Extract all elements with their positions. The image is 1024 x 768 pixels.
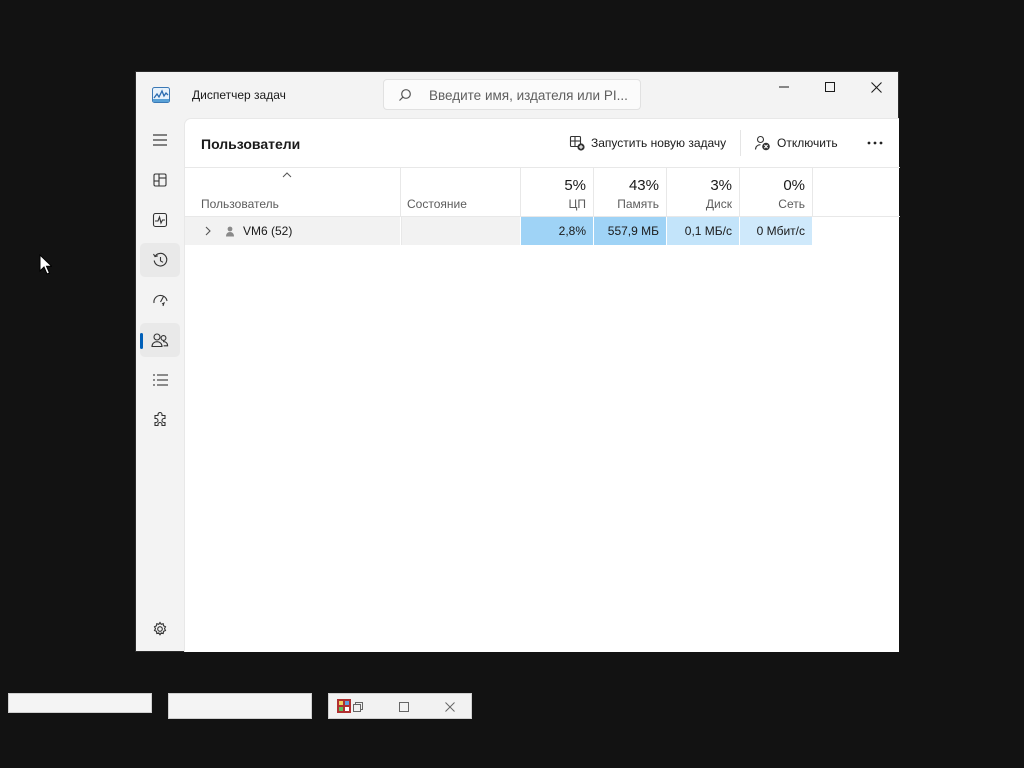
nav-item-performance[interactable] [140, 203, 180, 237]
nav-item-users[interactable] [140, 323, 180, 357]
nav-menu-button[interactable] [140, 123, 180, 157]
page-title: Пользователи [201, 136, 301, 152]
title-bar[interactable]: Диспетчер задач Введите имя, издателя ил… [136, 72, 898, 118]
nav-item-startup-apps[interactable] [140, 283, 180, 317]
nav-item-processes[interactable] [140, 163, 180, 197]
cell-disk: 0,1 МБ/с [667, 217, 739, 245]
run-new-task-button[interactable]: Запустить новую задачу [569, 131, 726, 155]
table-row[interactable]: VM6 (52) 2,8% 557,9 МБ 0,1 МБ/с 0 Мбит/с [185, 217, 900, 245]
minimize-button[interactable] [761, 72, 807, 102]
table-header: Пользователь Состояние 5% ЦП 43% Память … [185, 167, 900, 217]
sort-ascending-icon [282, 172, 292, 178]
cell-state [401, 217, 520, 245]
nav-item-services[interactable] [140, 403, 180, 437]
restore-icon[interactable] [353, 702, 363, 712]
more-icon [867, 141, 883, 145]
column-header-network[interactable]: 0% Сеть [740, 168, 812, 216]
list-icon [152, 374, 168, 386]
more-options-button[interactable] [863, 131, 887, 155]
taskbar-thumbnail[interactable] [168, 693, 312, 719]
maximize-icon[interactable] [399, 702, 409, 712]
close-icon [870, 81, 882, 93]
column-divider [812, 168, 813, 216]
cpu-total-percent: 5% [564, 177, 586, 194]
users-icon [151, 333, 169, 348]
cell-cpu: 2,8% [521, 217, 593, 245]
column-user-label: Пользователь [201, 197, 279, 211]
user-name: VM6 (52) [243, 224, 293, 238]
network-total-percent: 0% [783, 177, 805, 194]
user-icon [226, 226, 234, 236]
taskbar-thumbnail[interactable] [8, 693, 152, 713]
nav-item-settings[interactable] [140, 612, 180, 646]
disconnect-user-icon [754, 135, 770, 151]
speedometer-icon [152, 294, 168, 307]
minimized-window-bar[interactable] [328, 693, 472, 719]
performance-icon [152, 212, 168, 228]
history-icon [152, 252, 167, 266]
menu-icon [153, 134, 167, 146]
disconnect-label: Отключить [777, 136, 838, 150]
search-placeholder: Введите имя, издателя или PI... [429, 88, 628, 103]
disk-total-percent: 3% [710, 177, 732, 194]
column-network-label: Сеть [778, 197, 805, 211]
mouse-pointer-icon [39, 254, 52, 275]
column-disk-label: Диск [705, 197, 732, 211]
gear-icon [153, 621, 167, 636]
task-manager-app-icon [152, 87, 170, 103]
users-page: Пользователи Запустить новую задачу Откл… [184, 118, 900, 652]
cell-memory: 557,9 МБ [594, 217, 666, 245]
disconnect-button[interactable]: Отключить [754, 131, 838, 155]
nav-item-app-history[interactable] [140, 243, 180, 277]
column-header-cpu[interactable]: 5% ЦП [521, 168, 593, 216]
column-header-state[interactable]: Состояние [401, 168, 520, 216]
window-title: Диспетчер задач [192, 88, 286, 102]
new-task-icon [569, 135, 585, 151]
nav-item-details[interactable] [140, 363, 180, 397]
search-box[interactable]: Введите имя, издателя или PI... [383, 79, 641, 110]
maximize-icon [825, 82, 835, 92]
close-button[interactable] [853, 72, 899, 102]
expand-chevron-icon[interactable] [205, 226, 211, 236]
column-memory-label: Память [617, 197, 659, 211]
navigation-pane [136, 118, 184, 652]
minimize-icon [779, 86, 789, 88]
cell-user: VM6 (52) [185, 217, 400, 245]
maximize-button[interactable] [807, 72, 853, 102]
column-header-memory[interactable]: 43% Память [594, 168, 666, 216]
column-header-user[interactable]: Пользователь [185, 168, 400, 216]
column-state-label: Состояние [407, 197, 467, 211]
run-new-task-label: Запустить новую задачу [591, 136, 727, 150]
task-manager-window: Диспетчер задач Введите имя, издателя ил… [135, 71, 900, 652]
memory-total-percent: 43% [628, 177, 659, 194]
cell-network: 0 Мбит/с [740, 217, 812, 245]
column-cpu-label: ЦП [568, 197, 586, 211]
command-separator [740, 130, 741, 156]
puzzle-icon [154, 412, 166, 427]
app-thumbnail-icon [337, 699, 351, 713]
processes-icon [153, 173, 167, 187]
search-icon [399, 89, 411, 101]
column-header-disk[interactable]: 3% Диск [667, 168, 739, 216]
close-icon[interactable] [445, 702, 455, 712]
